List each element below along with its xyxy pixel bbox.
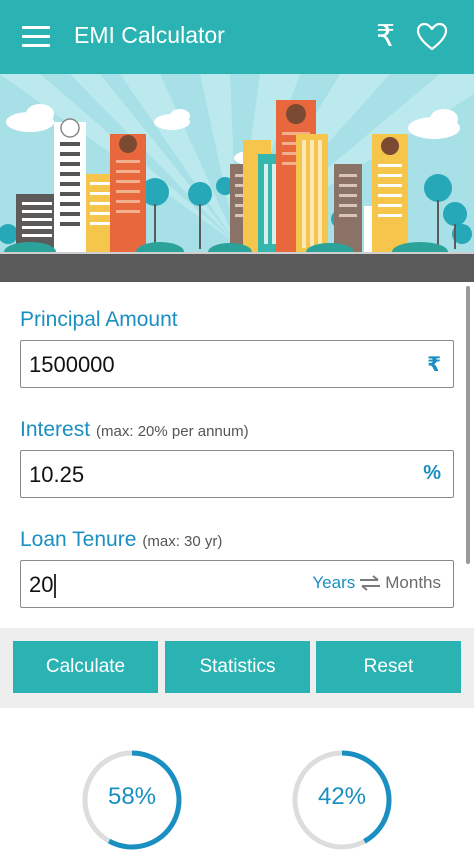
rupee-icon[interactable]: ₹	[376, 20, 395, 54]
emi-form: Principal Amount 1500000 ₹ Interest (max:…	[0, 282, 474, 622]
tenure-hint: (max: 30 yr)	[142, 533, 223, 550]
hamburger-menu-icon[interactable]	[22, 26, 50, 48]
tenure-label-text: Loan Tenure	[20, 528, 137, 551]
tenure-unit-toggle[interactable]: Years Months	[312, 573, 441, 593]
interest-label: Interest (max: 20% per annum)	[20, 418, 249, 442]
principal-label: Principal Amount	[20, 308, 178, 331]
action-bar: Calculate Statistics Reset	[0, 628, 474, 708]
interest-share-ring: 42%	[292, 750, 392, 850]
tenure-label: Loan Tenure (max: 30 yr)	[20, 528, 222, 552]
statistics-button[interactable]: Statistics	[165, 641, 310, 693]
heart-outline-icon[interactable]	[416, 22, 448, 52]
unit-months[interactable]: Months	[385, 573, 441, 593]
tenure-value: 20	[29, 572, 56, 599]
reset-button[interactable]: Reset	[316, 641, 461, 693]
principal-percent-label: 58%	[107, 783, 157, 810]
principal-value: 1500000	[29, 352, 115, 377]
city-banner-illustration	[0, 74, 474, 282]
interest-value: 10.25	[29, 462, 85, 487]
tenure-input[interactable]: 20 Years Months	[20, 560, 454, 608]
interest-label-text: Interest	[20, 418, 91, 441]
results-area: 58% 42%	[0, 708, 474, 850]
swap-arrows-icon	[360, 575, 381, 591]
unit-years[interactable]: Years	[312, 573, 355, 593]
interest-percent-label: 42%	[317, 783, 367, 810]
principal-input[interactable]: 1500000 ₹	[20, 340, 454, 388]
principal-share-ring: 58%	[82, 750, 182, 850]
calculate-button[interactable]: Calculate	[13, 641, 158, 693]
interest-hint: (max: 20% per annum)	[96, 423, 249, 440]
text-caret	[54, 574, 56, 599]
app-bar: EMI Calculator ₹	[0, 0, 474, 74]
percent-suffix-icon: %	[423, 462, 441, 484]
scrollbar[interactable]	[466, 286, 470, 564]
rupee-suffix-icon: ₹	[427, 352, 441, 376]
app-title: EMI Calculator	[74, 22, 225, 48]
interest-input[interactable]: 10.25 %	[20, 450, 454, 498]
